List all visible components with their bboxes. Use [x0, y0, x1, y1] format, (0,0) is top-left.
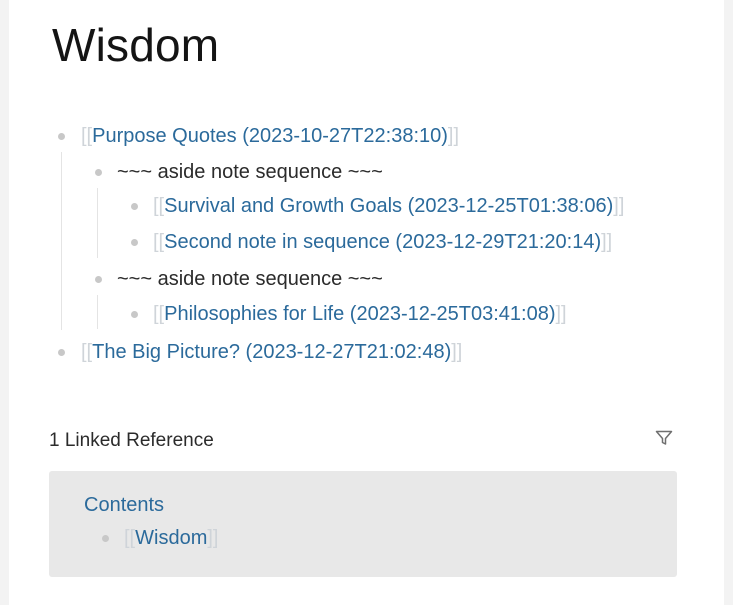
link-close-bracket: ]]: [613, 194, 625, 217]
page-link-big-picture[interactable]: The Big Picture? (2023-12-27T21:02:48): [92, 341, 451, 364]
link-close-bracket: ]]: [447, 124, 460, 147]
list-item: ~~~ aside note sequence ~~~: [95, 157, 383, 187]
scrollbar-track[interactable]: [724, 0, 733, 605]
list-item: [[ Survival and Growth Goals (2023-12-25…: [131, 191, 624, 221]
linked-references-header[interactable]: 1 Linked Reference: [49, 430, 214, 452]
link-close-bracket: ]]: [451, 340, 463, 363]
bullet-icon[interactable]: [58, 348, 65, 356]
list-item: [[ Purpose Quotes (2023-10-27T22:38:10) …: [58, 121, 459, 151]
indent-guide: [97, 295, 98, 329]
page-content: Wisdom [[ Purpose Quotes (2023-10-27T22:…: [9, 0, 724, 605]
list-item: [[ Wisdom ]]: [102, 523, 218, 553]
aside-note-text[interactable]: ~~~ aside note sequence ~~~: [117, 161, 383, 184]
bullet-icon[interactable]: [102, 534, 109, 542]
list-item: [[ Philosophies for Life (2023-12-25T03:…: [131, 299, 567, 329]
bullet-icon[interactable]: [131, 202, 138, 210]
link-open-bracket: [[: [153, 194, 165, 217]
link-open-bracket: [[: [81, 124, 93, 147]
link-open-bracket: [[: [153, 302, 165, 325]
aside-note-text[interactable]: ~~~ aside note sequence ~~~: [117, 268, 383, 291]
page-link-philosophies-for-life[interactable]: Philosophies for Life (2023-12-25T03:41:…: [164, 303, 555, 326]
list-item: [[ Second note in sequence (2023-12-29T2…: [131, 227, 612, 257]
bullet-icon[interactable]: [131, 310, 138, 318]
link-open-bracket: [[: [153, 230, 165, 253]
list-item: [[ The Big Picture? (2023-12-27T21:02:48…: [58, 337, 462, 367]
linked-reference-card: Contents [[ Wisdom ]]: [49, 471, 677, 577]
link-close-bracket: ]]: [207, 526, 219, 549]
page-link-second-note[interactable]: Second note in sequence (2023-12-29T21:2…: [164, 231, 601, 254]
list-item: ~~~ aside note sequence ~~~: [95, 264, 383, 294]
bullet-icon[interactable]: [95, 275, 102, 283]
page-link-purpose-quotes[interactable]: Purpose Quotes (2023-10-27T22:38:10): [92, 125, 448, 148]
link-open-bracket: [[: [124, 526, 136, 549]
reference-page-title[interactable]: Contents: [84, 494, 164, 517]
indent-guide: [61, 152, 62, 330]
bullet-icon[interactable]: [58, 132, 65, 140]
filter-icon[interactable]: [654, 428, 674, 448]
bullet-icon[interactable]: [95, 168, 102, 176]
page-link-wisdom[interactable]: Wisdom: [135, 527, 207, 550]
page-title[interactable]: Wisdom: [52, 18, 219, 72]
indent-guide: [97, 188, 98, 258]
link-close-bracket: ]]: [555, 302, 567, 325]
link-close-bracket: ]]: [601, 230, 613, 253]
link-open-bracket: [[: [81, 340, 93, 363]
page-link-survival-growth-goals[interactable]: Survival and Growth Goals (2023-12-25T01…: [164, 195, 613, 218]
bullet-icon[interactable]: [131, 238, 138, 246]
